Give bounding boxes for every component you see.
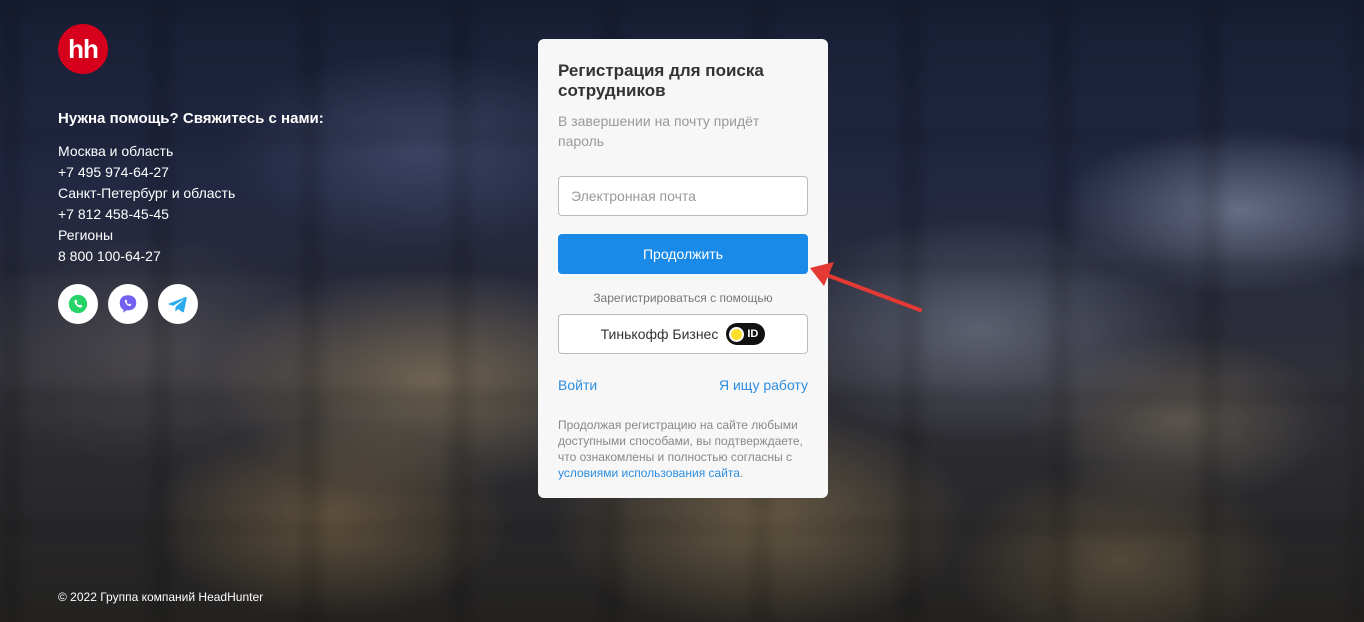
tinkoff-label: Тинькофф Бизнес: [600, 326, 719, 342]
register-with-label: Зарегистрироваться с помощью: [593, 291, 773, 305]
links-row: Войти Я ищу работу: [558, 377, 808, 393]
hh-logo[interactable]: hh: [58, 24, 108, 74]
tinkoff-id-text: ID: [747, 328, 759, 340]
legal-text: Продолжая регистрацию на сайте любыми до…: [558, 417, 808, 481]
copyright: © 2022 Группа компаний HeadHunter: [58, 590, 264, 604]
whatsapp-button[interactable]: [58, 284, 98, 324]
legal-body: Продолжая регистрацию на сайте любыми до…: [558, 418, 803, 464]
messengers: [58, 284, 198, 324]
help-title: Нужна помощь? Свяжитесь с нами:: [58, 110, 324, 127]
tinkoff-coin-icon: [729, 326, 745, 342]
tinkoff-id-badge: ID: [726, 323, 766, 345]
contact-regions-label: Регионы: [58, 227, 114, 243]
contact-regions-phone[interactable]: 8 800 100-64-27: [58, 246, 235, 267]
contact-spb-label: Санкт-Петербург и область: [58, 185, 236, 201]
legal-end: .: [739, 466, 744, 480]
contact-moscow-phone[interactable]: +7 495 974-64-27: [58, 162, 235, 183]
registration-card: Регистрация для поиска сотрудников В зав…: [538, 39, 828, 498]
viber-button[interactable]: [108, 284, 148, 324]
telegram-button[interactable]: [158, 284, 198, 324]
card-title: Регистрация для поиска сотрудников: [558, 61, 764, 100]
whatsapp-icon: [68, 294, 88, 314]
email-field[interactable]: [558, 176, 808, 216]
annotation-arrow-icon: [810, 262, 922, 312]
contact-moscow-label: Москва и область: [58, 143, 174, 159]
continue-button[interactable]: Продолжить: [558, 234, 808, 274]
card-subtitle: В завершении на почту придёт пароль: [558, 113, 760, 149]
telegram-icon: [168, 296, 187, 313]
contacts-list: Москва и область +7 495 974-64-27 Санкт-…: [58, 141, 235, 267]
contact-spb-phone[interactable]: +7 812 458-45-45: [58, 204, 235, 225]
job-seeker-link[interactable]: Я ищу работу: [719, 377, 808, 393]
login-link[interactable]: Войти: [558, 377, 597, 393]
viber-icon: [119, 295, 137, 313]
tinkoff-business-button[interactable]: Тинькофф Бизнес ID: [558, 314, 808, 354]
terms-link[interactable]: условиями использования сайта: [558, 466, 740, 480]
